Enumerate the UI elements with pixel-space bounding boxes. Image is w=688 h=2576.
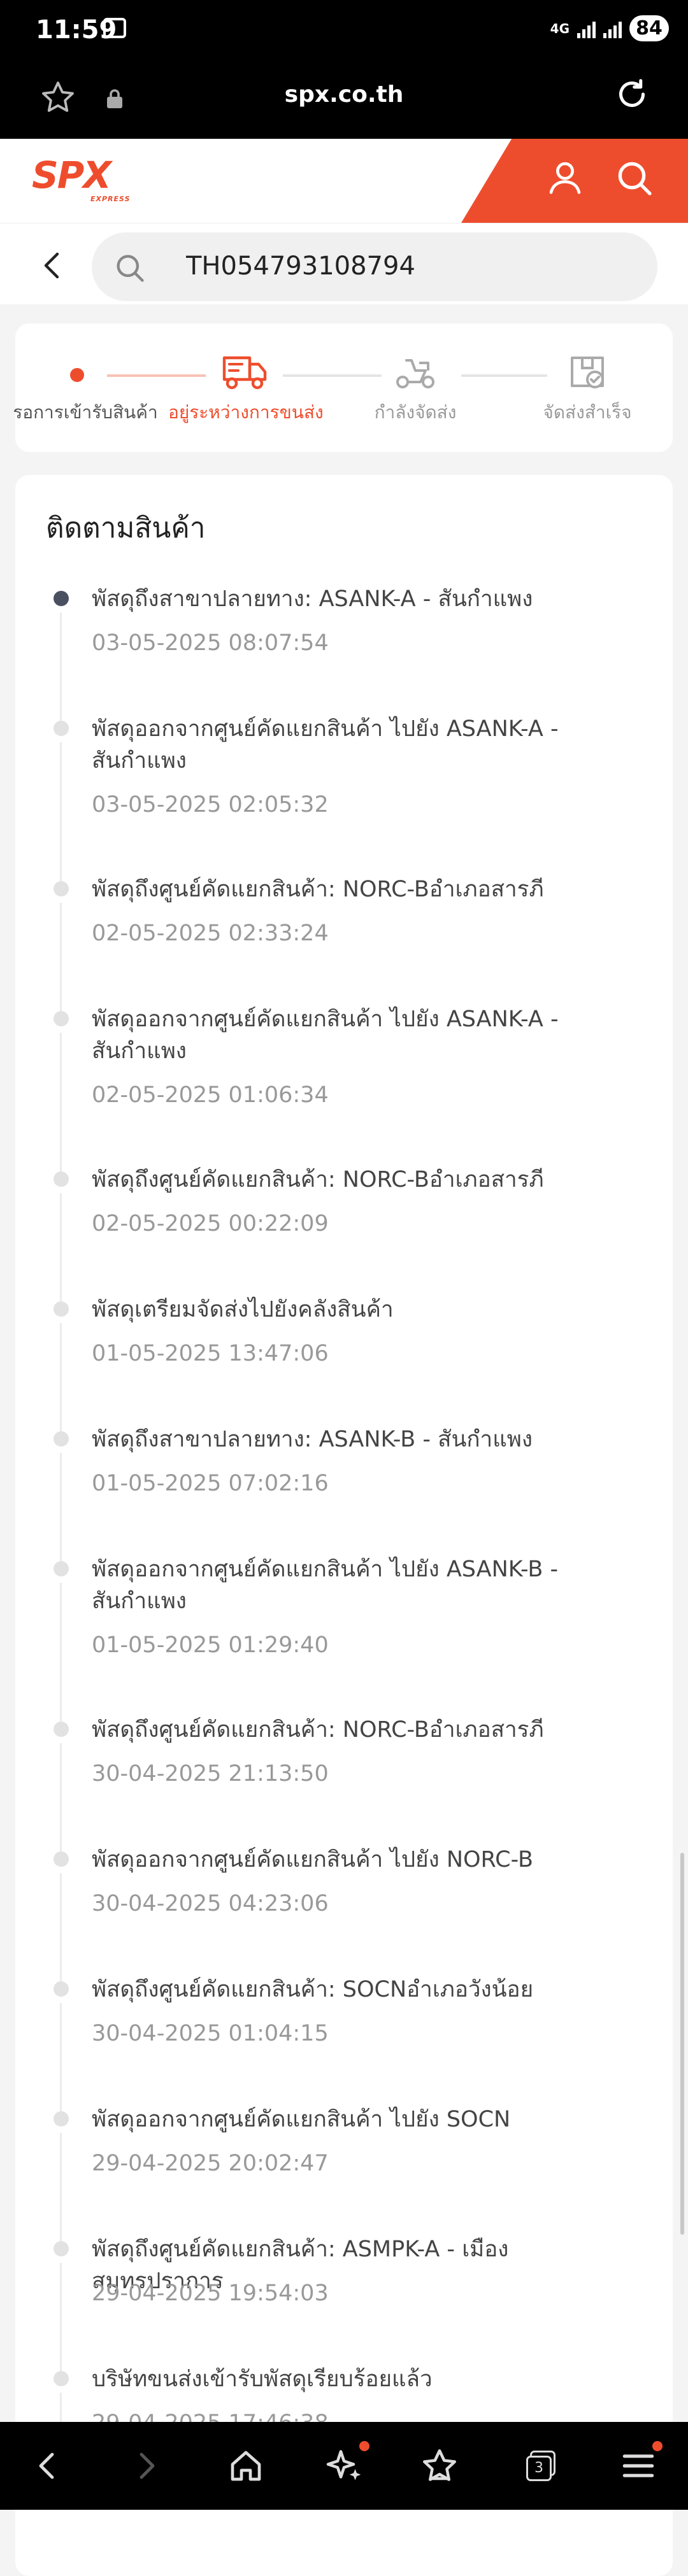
address-bar-url[interactable]: spx.co.th [0,81,688,108]
event-time: 01-05-2025 13:47:06 [92,1341,329,1366]
timeline-line [60,1873,62,1981]
notification-dot [652,2441,663,2451]
tracking-search-row [0,223,688,304]
timeline-line [60,1743,62,1851]
event-time: 03-05-2025 02:05:32 [92,792,329,817]
search-icon[interactable] [614,158,655,201]
user-icon[interactable] [545,158,585,200]
event-time: 29-04-2025 19:54:03 [92,2281,329,2306]
status-icons: 4G 84 [550,15,669,41]
event-description: พัสดุถึงศูนย์คัดแยกสินค้า: NORC-Bอำเภอสา… [92,1717,544,1743]
step-dot [70,368,84,382]
nav-tabs-icon[interactable]: 3 [503,2422,580,2510]
event-description: บริษัทขนส่งเข้ารับพัสดุเรียบร้อยแล้ว [92,2367,433,2392]
event-description: พัสดุออกจากศูนย์คัดแยกสินค้า ไปยัง SOCN [92,2107,511,2132]
search-icon [113,251,147,287]
event-time: 30-04-2025 04:23:06 [92,1891,329,1916]
screen-cast-icon [103,18,126,38]
step-label: รอการเข้ารับสินค้า [13,402,158,423]
tracking-history-card: ติดตามสินค้า พัสดุถึงสาขาปลายทาง: ASANK-… [15,475,673,2576]
timeline-line [60,1453,62,1561]
timeline-dot [54,1171,69,1187]
event-time: 29-04-2025 20:02:47 [92,2151,329,2176]
timeline-dot [54,1851,69,1867]
timeline-dot [54,721,69,736]
event-time: 03-05-2025 08:07:54 [92,630,329,656]
step-label: กำลังจัดส่ง [374,402,457,423]
event-description: พัสดุถึงสาขาปลายทาง: ASANK-A - สันกำแพง [92,586,533,612]
browser-bottom-nav: 3 [0,2422,688,2510]
nav-home-icon[interactable] [208,2422,284,2510]
timeline-dot [54,2241,69,2256]
event-time: 30-04-2025 01:04:15 [92,2021,329,2046]
shipment-progress-card: รอการเข้ารับสินค้า อยู่ระหว่างการขนส่ง ก… [13,323,673,452]
timeline-line [60,2263,62,2371]
timeline-line [60,1583,62,1723]
site-header: SPX EXPRESS [0,139,688,223]
timeline-line [60,1193,62,1301]
nav-bookmarks-icon[interactable] [401,2422,478,2510]
tracking-number-input[interactable] [186,251,632,281]
signal-icon [577,19,596,38]
notification-dot [359,2441,369,2451]
event-description: พัสดุถึงศูนย์คัดแยกสินค้า: NORC-Bอำเภอสา… [92,877,544,902]
spx-logo[interactable]: SPX EXPRESS [32,153,130,203]
nav-back-icon[interactable] [9,2422,85,2510]
scooter-icon [394,353,437,393]
reload-icon[interactable] [613,75,651,116]
event-time: 30-04-2025 21:13:50 [92,1761,329,1787]
event-time: 02-05-2025 02:33:24 [92,921,329,946]
event-description: พัสดุเตรียมจัดส่งไปยังคลังสินค้า [92,1297,394,1322]
progress-connector [461,374,547,377]
logo-text: SPX [32,153,111,197]
timeline-dot [54,1011,69,1026]
timeline-dot [54,1981,69,1997]
logo-subtext: EXPRESS [90,195,131,203]
timeline-line [60,2003,62,2111]
progress-connector [283,374,382,377]
event-description: พัสดุออกจากศูนย์คัดแยกสินค้า ไปยัง NORC-… [92,1847,533,1872]
timeline-line [60,742,62,882]
event-time: 02-05-2025 00:22:09 [92,1211,329,1236]
timeline-dot-current [54,591,69,606]
network-type: 4G [550,20,570,36]
progress-connector [107,374,206,377]
timeline-line [60,612,62,721]
timeline-dot [54,2111,69,2127]
timeline-dot [54,1722,69,1737]
tab-count: 3 [526,2456,552,2481]
nav-forward-icon[interactable] [108,2422,185,2510]
timeline-dot [54,1561,69,1576]
event-description: พัสดุถึงศูนย์คัดแยกสินค้า: NORC-Bอำเภอสา… [92,1167,544,1192]
step-label: จัดส่งสำเร็จ [543,402,632,423]
event-description: พัสดุออกจากศูนย์คัดแยกสินค้า ไปยัง ASANK… [92,1007,559,1064]
delivered-box-icon [567,351,608,395]
tracking-search-box[interactable] [92,232,657,301]
event-description: พัสดุออกจากศูนย์คัดแยกสินค้า ไปยัง ASANK… [92,716,559,774]
timeline-dot [54,1301,69,1317]
back-arrow-icon[interactable] [37,249,68,285]
event-time: 01-05-2025 07:02:16 [92,1471,329,1496]
timeline-line [60,2133,62,2241]
timeline-dot [54,2371,69,2386]
timeline-dot [54,1431,69,1447]
tracking-title: ติดตามสินค้า [46,512,206,544]
event-description: พัสดุถึงศูนย์คัดแยกสินค้า: SOCNอำเภอวังน… [92,1977,534,2002]
battery-indicator: 84 [629,15,669,41]
status-bar: 11:59 4G 84 [0,0,688,64]
timeline-line [60,903,62,1011]
nav-menu-icon[interactable] [600,2422,677,2510]
step-label: อยู่ระหว่างการขนส่ง [168,402,324,423]
timeline-line [60,1323,62,1431]
timeline-dot [54,881,69,896]
page-scrollbar[interactable] [680,1853,684,2235]
event-time: 01-05-2025 01:29:40 [92,1632,329,1658]
event-description: พัสดุออกจากศูนย์คัดแยกสินค้า ไปยัง ASANK… [92,1557,559,1614]
event-time: 02-05-2025 01:06:34 [92,1082,329,1108]
event-description: พัสดุถึงสาขาปลายทาง: ASANK-B - สันกำแพง [92,1427,533,1452]
truck-icon [220,351,269,395]
signal-icon-2 [603,19,622,38]
timeline-line [60,1033,62,1173]
nav-ai-sparkle-icon[interactable] [306,2422,382,2510]
